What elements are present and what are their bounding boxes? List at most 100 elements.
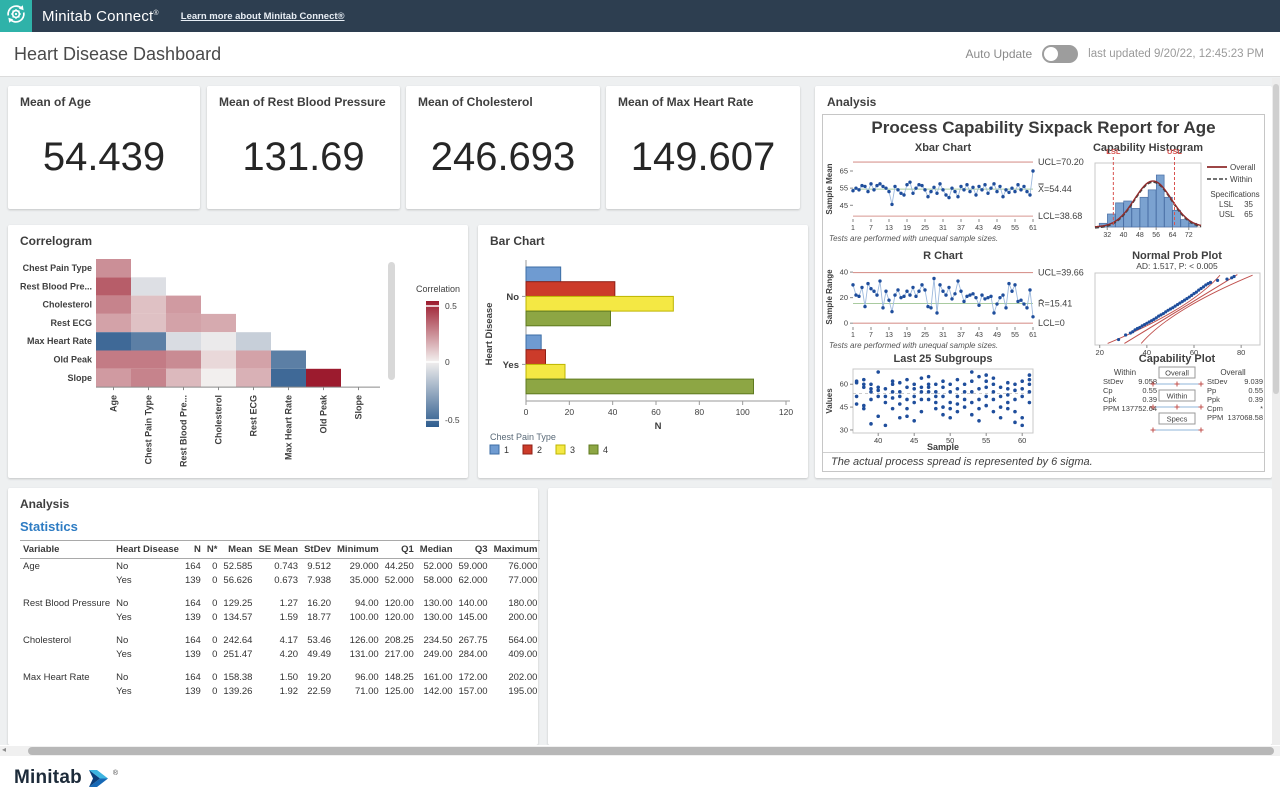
- svg-text:72: 72: [1185, 232, 1193, 239]
- kpi-title: Mean of Age: [8, 86, 200, 109]
- svg-text:Cpk: Cpk: [1103, 395, 1117, 404]
- svg-text:0.5: 0.5: [445, 301, 457, 311]
- svg-text:Pp: Pp: [1207, 386, 1216, 395]
- sixpack-report: Process Capability Sixpack Report for Ag…: [822, 114, 1265, 472]
- minitab-footer-logo[interactable]: Minitab ®: [14, 767, 118, 789]
- svg-text:0.55: 0.55: [1142, 386, 1157, 395]
- correlogram-scrollbar-thumb[interactable]: [388, 262, 395, 380]
- svg-text:Overall: Overall: [1220, 368, 1246, 377]
- svg-text:19: 19: [903, 225, 911, 232]
- table-row: Yes1390134.571.5918.77100.00120.00130.00…: [20, 610, 540, 624]
- svg-text:43: 43: [975, 225, 983, 232]
- svg-text:Specs: Specs: [1167, 415, 1188, 424]
- svg-text:60: 60: [1018, 436, 1026, 445]
- scroll-left-arrow-icon[interactable]: ◂: [2, 745, 6, 754]
- column-header: Maximum: [491, 541, 541, 559]
- svg-text:Overall: Overall: [1165, 369, 1189, 378]
- svg-text:Chest Pain Type: Chest Pain Type: [23, 263, 92, 273]
- svg-text:R Chart: R Chart: [923, 250, 963, 262]
- svg-text:USL: USL: [1219, 210, 1235, 219]
- svg-text:30: 30: [840, 425, 848, 434]
- imr-chart: [548, 497, 1272, 735]
- svg-text:7: 7: [869, 332, 873, 339]
- svg-text:56: 56: [1152, 232, 1160, 239]
- statistics-data-table: VariableHeart DiseaseNN*MeanSE MeanStDev…: [20, 540, 540, 698]
- kpi-value: 149.607: [606, 135, 800, 180]
- svg-text:1: 1: [504, 445, 509, 455]
- brand-title: Minitab Connect®: [42, 8, 159, 25]
- svg-text:Rest ECG: Rest ECG: [249, 395, 259, 437]
- kpi-card-mean-cholesterol: Mean of Cholesterol 246.693: [406, 86, 600, 209]
- svg-text:USL: USL: [1167, 147, 1182, 156]
- horizontal-scrollbar-thumb[interactable]: [28, 747, 1274, 755]
- svg-text:X̿=54.44: X̿=54.44: [1038, 183, 1072, 194]
- vertical-scrollbar-thumb[interactable]: [1273, 84, 1279, 394]
- vertical-scrollbar[interactable]: [1272, 78, 1280, 745]
- svg-text:120: 120: [779, 407, 793, 417]
- imr-figure-svg: [548, 497, 1272, 730]
- svg-text:55: 55: [982, 436, 990, 445]
- svg-text:9.058: 9.058: [1138, 377, 1157, 386]
- kpi-card-mean-max-heart-rate: Mean of Max Heart Rate 149.607: [606, 86, 800, 209]
- svg-text:Slope: Slope: [67, 373, 92, 383]
- svg-text:100: 100: [736, 407, 750, 417]
- page-title: Heart Disease Dashboard: [14, 44, 221, 65]
- svg-text:Cholesterol: Cholesterol: [42, 300, 92, 310]
- legend-swatch-4: [589, 445, 598, 454]
- svg-text:N: N: [655, 421, 662, 432]
- svg-text:StDev: StDev: [1207, 377, 1228, 386]
- panel-title: Bar Chart: [478, 225, 808, 248]
- svg-text:40: 40: [1120, 232, 1128, 239]
- svg-text:13: 13: [885, 332, 893, 339]
- kpi-value: 131.69: [207, 135, 400, 180]
- svg-text:40: 40: [874, 436, 882, 445]
- column-header: N*: [204, 541, 221, 559]
- column-header: Q1: [382, 541, 417, 559]
- column-header: Variable: [20, 541, 113, 559]
- svg-text:Chest Pain Type: Chest Pain Type: [144, 395, 154, 464]
- column-header: Minimum: [334, 541, 382, 559]
- sync-gear-icon: [4, 2, 28, 31]
- svg-text:LSL: LSL: [1219, 200, 1234, 209]
- svg-text:Within: Within: [1167, 392, 1188, 401]
- svg-text:Max Heart Rate: Max Heart Rate: [284, 395, 294, 460]
- svg-text:137068.58: 137068.58: [1228, 413, 1263, 422]
- svg-text:LCL=0: LCL=0: [1038, 318, 1065, 328]
- svg-text:Values: Values: [825, 388, 834, 414]
- kpi-card-mean-rest-blood-pressure: Mean of Rest Blood Pressure 131.69: [207, 86, 400, 209]
- svg-text:40: 40: [608, 407, 618, 417]
- svg-text:Rest Blood Pre...: Rest Blood Pre...: [20, 281, 92, 291]
- svg-text:3: 3: [570, 445, 575, 455]
- horizontal-scrollbar[interactable]: ◂: [0, 746, 1280, 756]
- statistics-heading: Statistics: [20, 519, 538, 534]
- svg-text:-0.5: -0.5: [445, 415, 460, 425]
- svg-text:AD: 1.517, P: < 0.005: AD: 1.517, P: < 0.005: [1136, 261, 1218, 271]
- svg-text:Cholesterol: Cholesterol: [214, 395, 224, 445]
- imr-chart-panel: [548, 488, 1272, 745]
- svg-text:PPM: PPM: [1207, 413, 1223, 422]
- svg-text:0: 0: [445, 357, 450, 367]
- panel-title: Analysis: [8, 488, 538, 511]
- sixpack-figure-svg: Xbar Chart655545Sample Mean1713192531374…: [823, 141, 1264, 451]
- minitab-connect-logo[interactable]: [0, 0, 32, 32]
- svg-text:0: 0: [844, 319, 848, 328]
- svg-text:13: 13: [885, 225, 893, 232]
- analysis-statistics-panel: Analysis Statistics VariableHeart Diseas…: [8, 488, 538, 745]
- column-header: N: [182, 541, 204, 559]
- svg-text:25: 25: [921, 332, 929, 339]
- table-row: Rest Blood PressureNo1640129.251.2716.20…: [20, 596, 540, 610]
- svg-text:45: 45: [840, 403, 848, 412]
- sixpack-charts: Xbar Chart655545Sample Mean1713192531374…: [823, 141, 1264, 451]
- panel-title: Analysis: [815, 86, 1272, 109]
- panel-title: Correlogram: [8, 225, 468, 248]
- legend-swatch-1: [490, 445, 499, 454]
- svg-text:31: 31: [939, 225, 947, 232]
- table-row: Yes139056.6260.6737.93835.00052.00058.00…: [20, 573, 540, 587]
- svg-text:UCL=39.66: UCL=39.66: [1038, 268, 1084, 278]
- svg-text:UCL=70.20: UCL=70.20: [1038, 157, 1084, 167]
- svg-text:Old Peak: Old Peak: [53, 355, 93, 365]
- svg-text:Xbar Chart: Xbar Chart: [915, 142, 972, 154]
- svg-text:Age: Age: [109, 395, 119, 412]
- auto-update-toggle[interactable]: [1042, 45, 1078, 63]
- learn-more-link[interactable]: Learn more about Minitab Connect®: [181, 11, 345, 22]
